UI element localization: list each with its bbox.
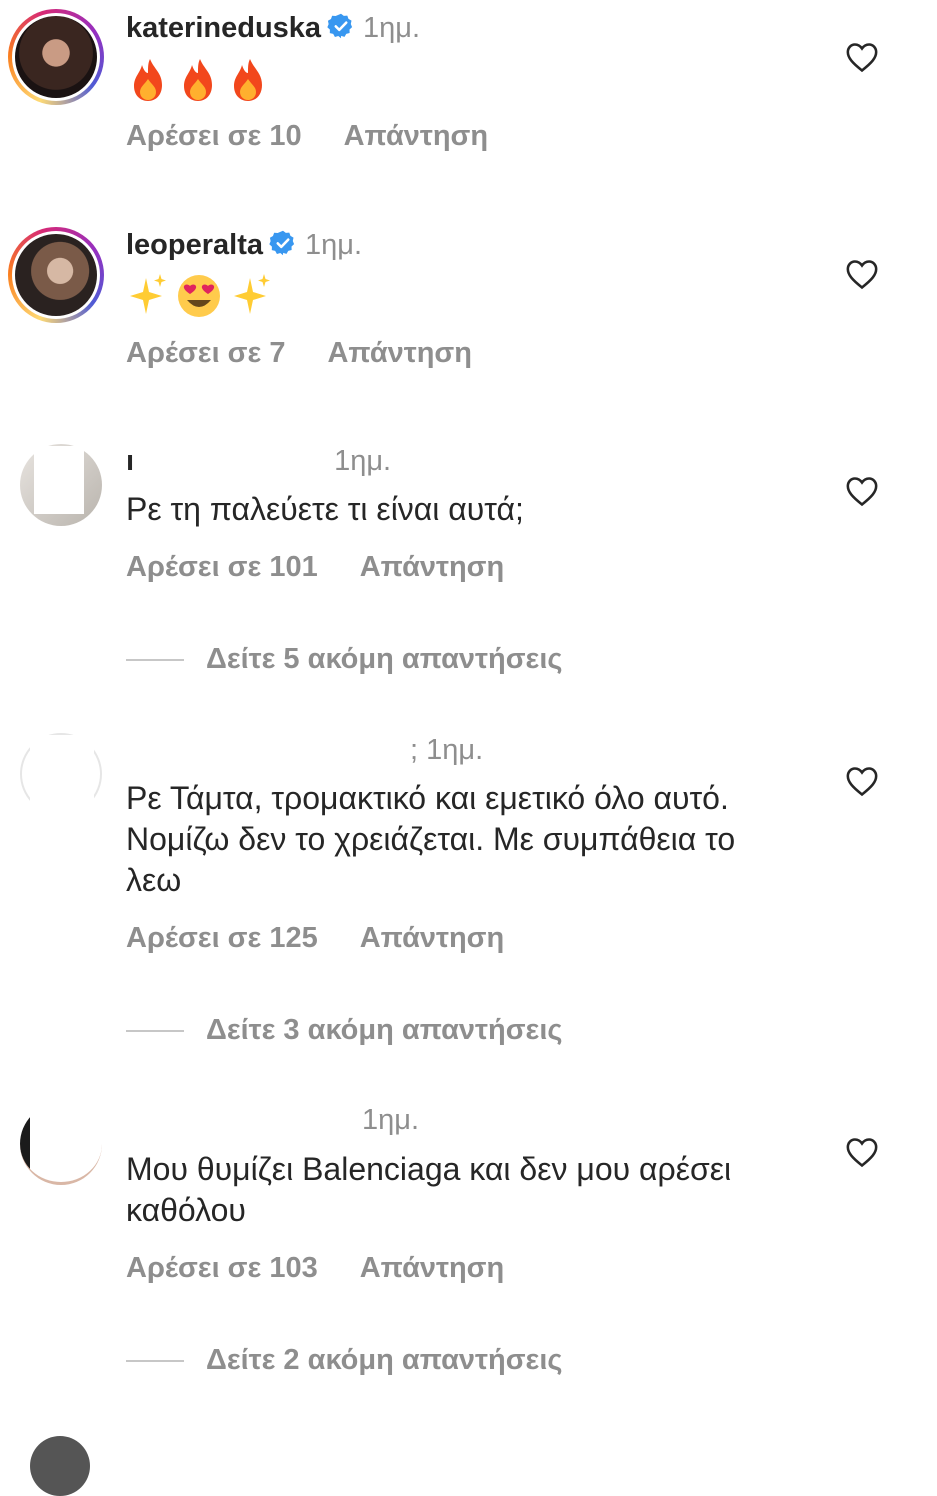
comment-header: leoperalta 1ημ. bbox=[126, 227, 362, 266]
avatar[interactable] bbox=[20, 1103, 102, 1185]
like-heart-icon[interactable] bbox=[845, 41, 879, 73]
comment-text: Ρε τη παλεύετε τι είναι αυτά; bbox=[126, 491, 524, 527]
username[interactable]: leoperalta bbox=[126, 229, 263, 261]
likes-count[interactable]: Αρέσει σε 101 bbox=[126, 551, 318, 583]
view-more-replies-label[interactable]: Δείτε 5 ακόμη απαντήσεις bbox=[206, 643, 562, 675]
likes-count[interactable]: Αρέσει σε 10 bbox=[126, 120, 302, 152]
view-more-replies[interactable]: Δείτε 3 ακόμη απαντήσεις bbox=[126, 1012, 562, 1048]
fire-icon bbox=[184, 59, 212, 101]
comment-actions: Αρέσει σε 101 Απάντηση bbox=[126, 549, 504, 585]
reply-button[interactable]: Απάντηση bbox=[344, 120, 489, 152]
comment-emoji-row bbox=[126, 55, 276, 105]
verified-badge-icon bbox=[327, 12, 355, 49]
timestamp: 1ημ. bbox=[334, 445, 392, 477]
divider bbox=[126, 659, 184, 662]
redacted-area bbox=[30, 735, 94, 815]
fire-icon bbox=[234, 59, 262, 101]
divider bbox=[126, 1030, 184, 1033]
sparkles-icon bbox=[130, 274, 166, 314]
comment-actions: Αρέσει σε 7 Απάντηση bbox=[126, 335, 472, 371]
view-more-replies[interactable]: Δείτε 2 ακόμη απαντήσεις bbox=[126, 1342, 562, 1378]
view-more-replies-label[interactable]: Δείτε 3 ακόμη απαντήσεις bbox=[206, 1014, 562, 1046]
comment-header: ı 1ημ. bbox=[126, 443, 391, 479]
comment-text: Μου θυμίζει Balenciaga και δεν μου αρέσε… bbox=[126, 1151, 732, 1228]
username[interactable]: ı bbox=[126, 445, 134, 477]
redacted-area bbox=[34, 446, 84, 514]
comment-actions: Αρέσει σε 10 Απάντηση bbox=[126, 118, 488, 154]
avatar[interactable] bbox=[30, 1436, 90, 1496]
comment-actions: Αρέσει σε 103 Απάντηση bbox=[126, 1250, 504, 1286]
comment-text: Ρε Τάμτα, τρομακτικό και εμετικό όλο αυτ… bbox=[126, 780, 736, 898]
timestamp: 1ημ. bbox=[362, 1104, 420, 1136]
reply-button[interactable]: Απάντηση bbox=[360, 922, 505, 954]
divider bbox=[126, 1360, 184, 1363]
avatar[interactable] bbox=[8, 227, 104, 323]
view-more-replies[interactable]: Δείτε 5 ακόμη απαντήσεις bbox=[126, 641, 562, 677]
timestamp: 1ημ. bbox=[363, 12, 421, 44]
likes-count[interactable]: Αρέσει σε 125 bbox=[126, 922, 318, 954]
like-heart-icon[interactable] bbox=[845, 258, 879, 290]
comment-actions: Αρέσει σε 125 Απάντηση bbox=[126, 920, 504, 956]
heart-eyes-icon bbox=[178, 275, 220, 317]
view-more-replies-label[interactable]: Δείτε 2 ακόμη απαντήσεις bbox=[206, 1344, 562, 1376]
sparkles-icon bbox=[234, 274, 270, 314]
verified-badge-icon bbox=[269, 229, 297, 266]
like-heart-icon[interactable] bbox=[845, 1136, 879, 1168]
comment-header: ; 1ημ. bbox=[126, 732, 483, 768]
fire-icon bbox=[134, 59, 162, 101]
like-heart-icon[interactable] bbox=[845, 475, 879, 507]
reply-button[interactable]: Απάντηση bbox=[327, 337, 472, 369]
timestamp: 1ημ. bbox=[305, 229, 363, 261]
likes-count[interactable]: Αρέσει σε 103 bbox=[126, 1252, 318, 1284]
comment-header: 1ημ. bbox=[126, 1102, 419, 1138]
comment-header: katerineduska 1ημ. bbox=[126, 10, 420, 49]
timestamp: ; 1ημ. bbox=[410, 734, 484, 766]
likes-count[interactable]: Αρέσει σε 7 bbox=[126, 337, 285, 369]
reply-button[interactable]: Απάντηση bbox=[360, 1252, 505, 1284]
comment-emoji-row bbox=[126, 272, 276, 322]
reply-button[interactable]: Απάντηση bbox=[360, 551, 505, 583]
avatar[interactable] bbox=[8, 9, 104, 105]
username[interactable]: katerineduska bbox=[126, 12, 321, 44]
like-heart-icon[interactable] bbox=[845, 765, 879, 797]
